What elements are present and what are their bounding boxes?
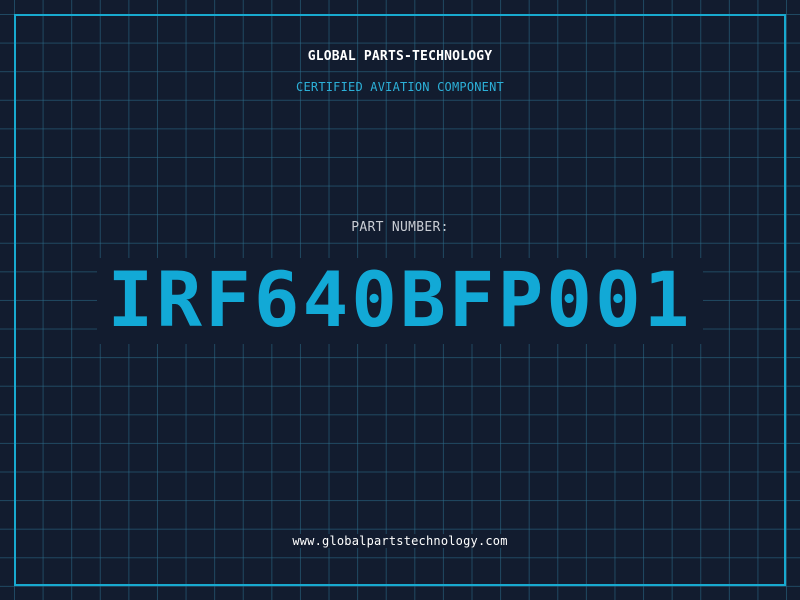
part-number-label: PART NUMBER: (351, 220, 449, 235)
certification-tagline: CERTIFIED AVIATION COMPONENT (296, 80, 504, 94)
company-name: GLOBAL PARTS-TECHNOLOGY (307, 49, 493, 64)
part-number-value: IRF640BFP001 (97, 258, 703, 344)
part-card: GLOBAL PARTS-TECHNOLOGY CERTIFIED AVIATI… (0, 0, 800, 600)
website-container: www.globalpartstechnology.com (0, 530, 800, 549)
part-number-container: IRF640BFP001 (0, 258, 800, 344)
website-url: www.globalpartstechnology.com (288, 534, 512, 548)
